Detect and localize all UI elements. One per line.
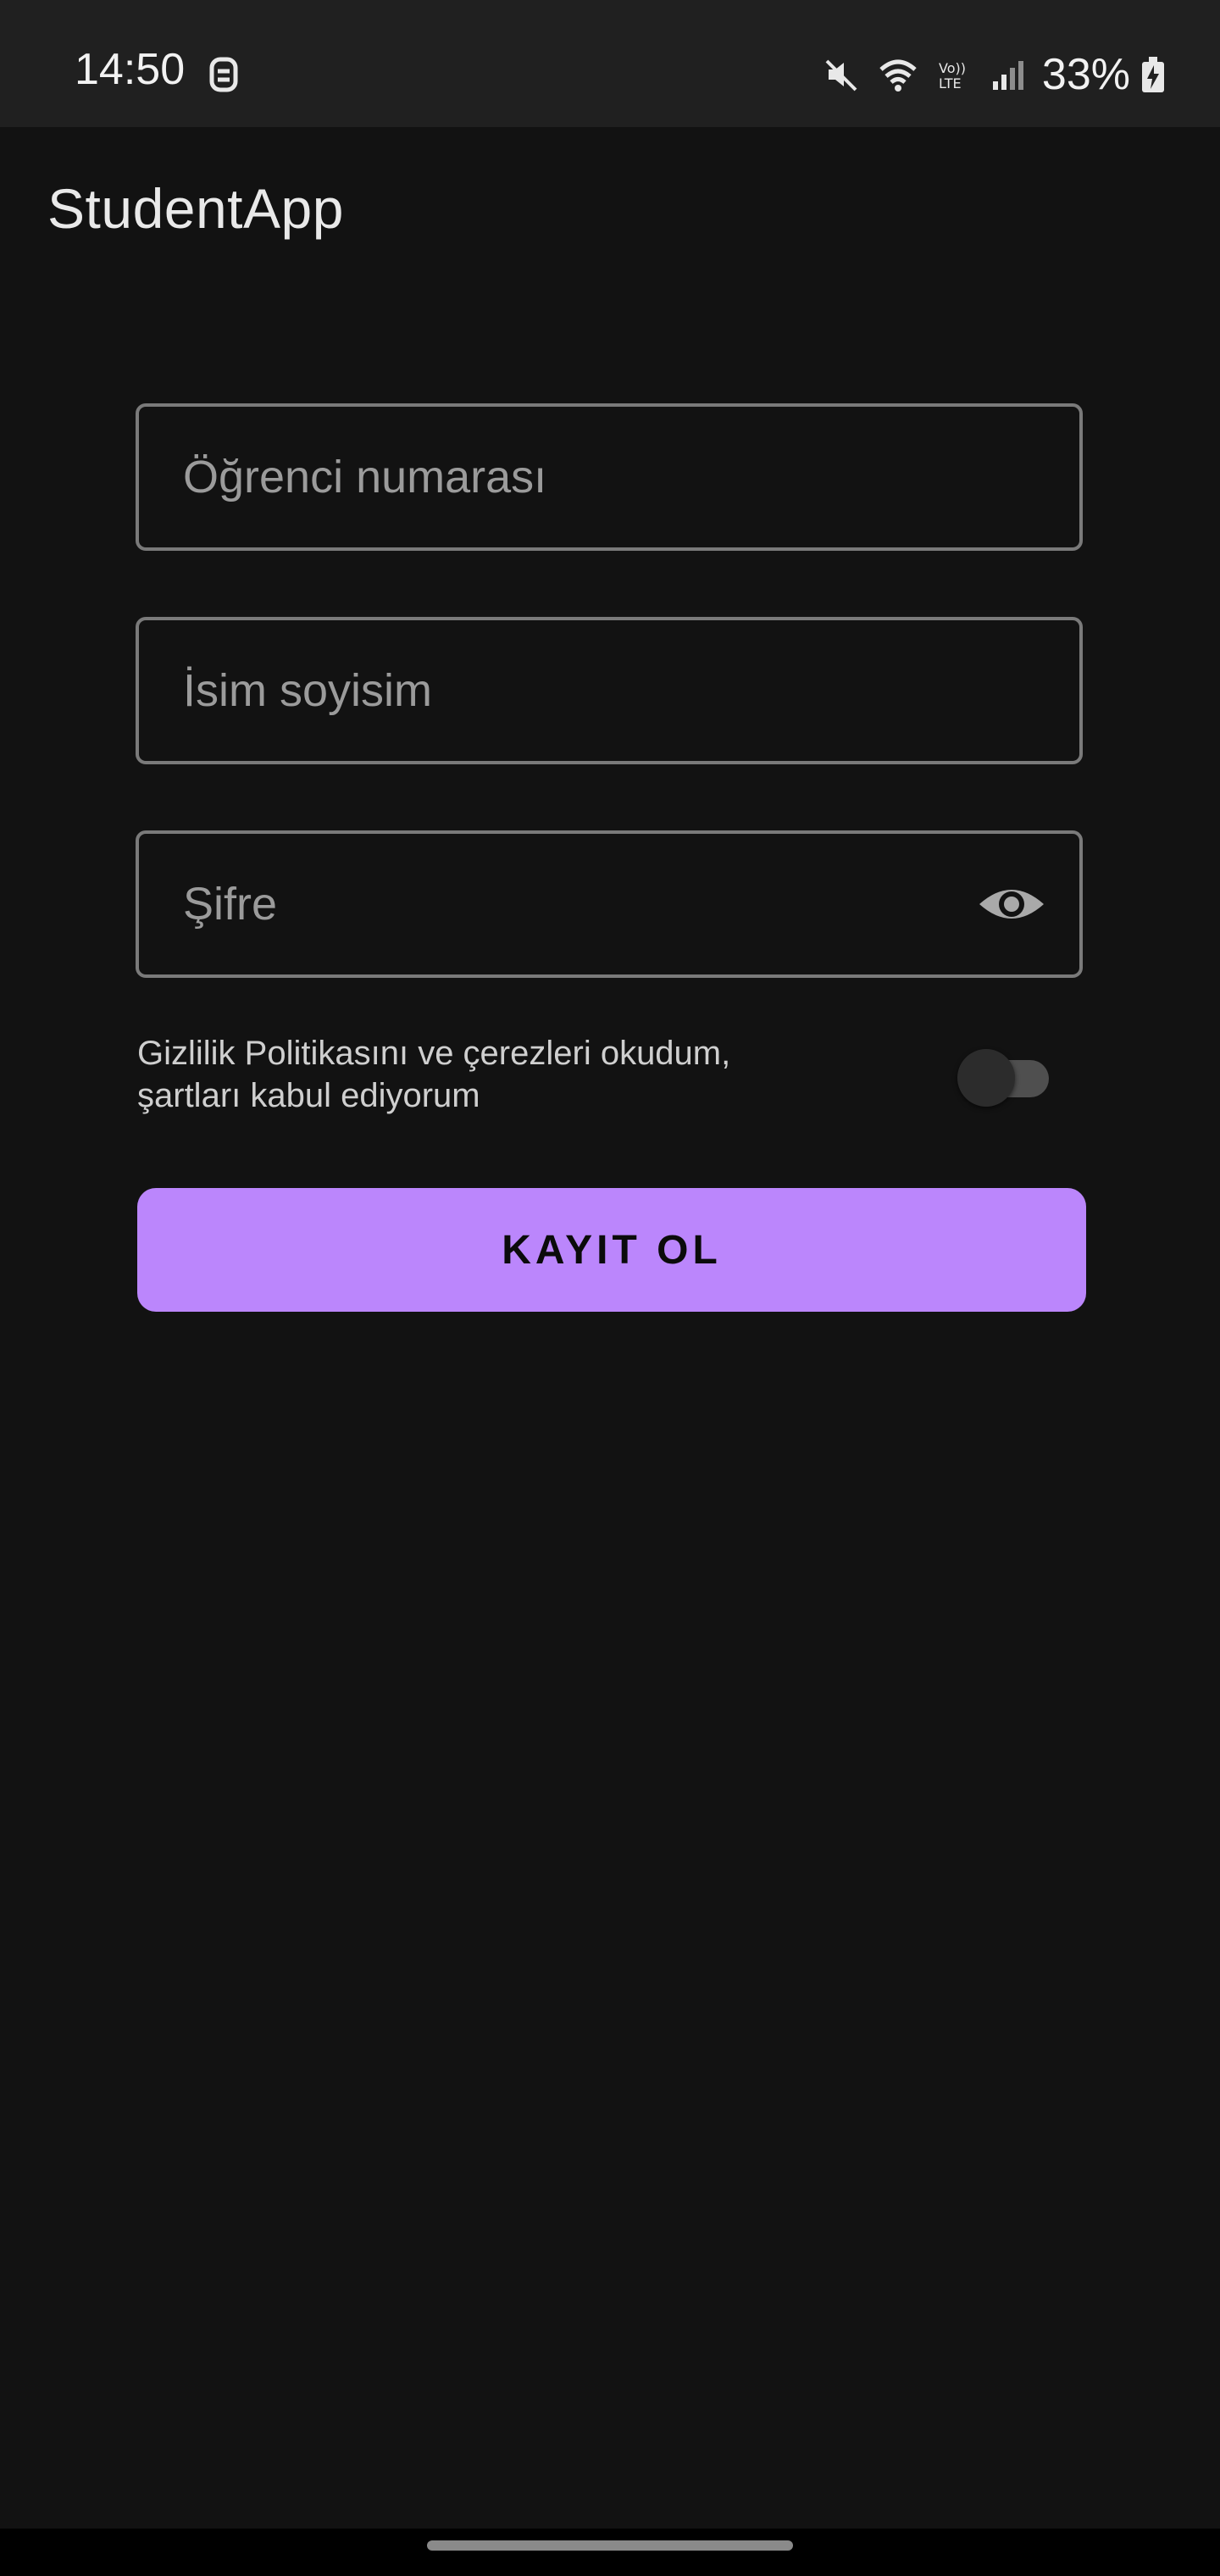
student-number-input[interactable]	[183, 407, 946, 547]
eye-icon	[979, 890, 1044, 919]
consent-line-1: Gizlilik Politikasını ve çerezleri okudu…	[137, 1035, 731, 1072]
register-button[interactable]: KAYIT OL	[137, 1188, 1086, 1312]
student-number-field[interactable]	[136, 403, 1083, 551]
password-input[interactable]	[183, 834, 946, 974]
consent-line-2: şartları kabul ediyorum	[137, 1077, 480, 1114]
full-name-field[interactable]	[136, 617, 1083, 764]
password-field[interactable]	[136, 830, 1083, 978]
signal-icon	[992, 61, 1023, 90]
wifi-icon	[879, 59, 917, 92]
status-bar: 14:50 Vo)) LTE 33%	[0, 0, 1220, 127]
svg-text:LTE: LTE	[939, 75, 962, 92]
status-time: 14:50	[75, 45, 186, 94]
notification-icon	[209, 57, 238, 92]
battery-percent: 33%	[1041, 50, 1130, 99]
password-visibility-toggle[interactable]	[978, 870, 1045, 938]
consent-text: Gizlilik Politikasını ve çerezleri okudu…	[137, 1032, 832, 1117]
switch-thumb	[957, 1049, 1015, 1107]
navigation-bar	[0, 2529, 1220, 2576]
volte-icon: Vo)) LTE	[939, 60, 966, 92]
app-title: StudentApp	[47, 177, 344, 240]
status-icons: Vo)) LTE 33%	[822, 47, 1166, 102]
full-name-input[interactable]	[183, 620, 946, 761]
svg-text:Vo)): Vo))	[939, 60, 966, 76]
battery-charging-icon	[1142, 57, 1164, 92]
gesture-handle[interactable]	[427, 2540, 793, 2551]
consent-switch[interactable]	[957, 1047, 1051, 1107]
mute-icon	[825, 59, 857, 92]
